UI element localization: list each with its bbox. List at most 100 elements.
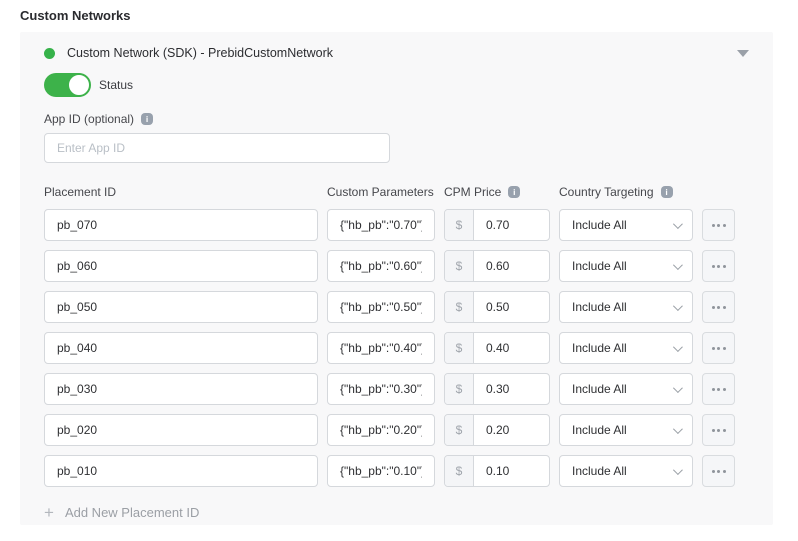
country-targeting-select[interactable]: Include All bbox=[559, 414, 693, 446]
placement-rows: $ Include All $ Include All bbox=[44, 209, 749, 487]
placement-id-input[interactable] bbox=[44, 373, 318, 405]
ellipsis-dot bbox=[723, 265, 726, 268]
placement-id-input[interactable] bbox=[44, 332, 318, 364]
currency-prefix: $ bbox=[445, 210, 474, 240]
country-targeting-select[interactable]: Include All bbox=[559, 209, 693, 241]
cpm-price-field: $ bbox=[444, 455, 550, 487]
placement-id-input[interactable] bbox=[44, 414, 318, 446]
country-targeting-select[interactable]: Include All bbox=[559, 250, 693, 282]
currency-prefix: $ bbox=[445, 415, 474, 445]
ellipsis-dot bbox=[717, 306, 720, 309]
cpm-price-input[interactable] bbox=[474, 374, 549, 404]
country-targeting-select[interactable]: Include All bbox=[559, 373, 693, 405]
ellipsis-dot bbox=[712, 470, 715, 473]
ellipsis-dot bbox=[712, 347, 715, 350]
collapse-caret-icon[interactable] bbox=[737, 50, 749, 57]
chevron-down-icon bbox=[673, 342, 683, 352]
ellipsis-dot bbox=[723, 470, 726, 473]
country-targeting-info-icon[interactable]: i bbox=[661, 186, 673, 198]
ellipsis-dot bbox=[717, 347, 720, 350]
custom-parameters-input[interactable] bbox=[327, 373, 435, 405]
country-targeting-value: Include All bbox=[572, 259, 627, 273]
app-id-label: App ID (optional) bbox=[44, 112, 134, 126]
custom-parameters-input[interactable] bbox=[327, 250, 435, 282]
cpm-price-input[interactable] bbox=[474, 415, 549, 445]
custom-parameters-input[interactable] bbox=[327, 332, 435, 364]
custom-parameters-input[interactable] bbox=[327, 291, 435, 323]
cpm-price-header-cell: CPM Price i bbox=[444, 185, 550, 199]
country-targeting-select[interactable]: Include All bbox=[559, 455, 693, 487]
currency-prefix: $ bbox=[445, 374, 474, 404]
cpm-price-field: $ bbox=[444, 414, 550, 446]
ellipsis-dot bbox=[717, 265, 720, 268]
ellipsis-dot bbox=[717, 388, 720, 391]
row-menu-button[interactable] bbox=[702, 455, 735, 487]
status-dot-icon bbox=[44, 48, 55, 59]
cpm-price-input[interactable] bbox=[474, 251, 549, 281]
placement-id-input[interactable] bbox=[44, 209, 318, 241]
table-row: $ Include All bbox=[44, 455, 749, 487]
country-targeting-value: Include All bbox=[572, 423, 627, 437]
row-menu-button[interactable] bbox=[702, 414, 735, 446]
table-row: $ Include All bbox=[44, 332, 749, 364]
currency-prefix: $ bbox=[445, 251, 474, 281]
country-targeting-header: Country Targeting bbox=[559, 185, 654, 199]
country-targeting-value: Include All bbox=[572, 382, 627, 396]
cpm-price-input[interactable] bbox=[474, 210, 549, 240]
app-id-input[interactable] bbox=[44, 133, 390, 163]
custom-networks-page: Custom Networks Custom Network (SDK) - P… bbox=[0, 0, 798, 541]
app-id-info-icon[interactable]: i bbox=[141, 113, 153, 125]
cpm-price-field: $ bbox=[444, 209, 550, 241]
network-header[interactable]: Custom Network (SDK) - PrebidCustomNetwo… bbox=[44, 42, 749, 64]
table-row: $ Include All bbox=[44, 414, 749, 446]
plus-icon: + bbox=[44, 504, 54, 521]
country-targeting-select[interactable]: Include All bbox=[559, 291, 693, 323]
row-menu-button[interactable] bbox=[702, 250, 735, 282]
ellipsis-dot bbox=[712, 306, 715, 309]
ellipsis-dot bbox=[712, 388, 715, 391]
custom-parameters-input[interactable] bbox=[327, 455, 435, 487]
table-header-row: Placement ID Custom Parameters CPM Price… bbox=[44, 185, 749, 199]
cpm-price-field: $ bbox=[444, 291, 550, 323]
status-label: Status bbox=[99, 78, 133, 92]
currency-prefix: $ bbox=[445, 333, 474, 363]
cpm-price-header: CPM Price bbox=[444, 185, 501, 199]
currency-prefix: $ bbox=[445, 292, 474, 322]
cpm-price-input[interactable] bbox=[474, 333, 549, 363]
chevron-down-icon bbox=[673, 383, 683, 393]
row-menu-button[interactable] bbox=[702, 332, 735, 364]
row-menu-button[interactable] bbox=[702, 291, 735, 323]
placement-id-input[interactable] bbox=[44, 291, 318, 323]
ellipsis-dot bbox=[723, 347, 726, 350]
ellipsis-dot bbox=[723, 429, 726, 432]
custom-parameters-input[interactable] bbox=[327, 414, 435, 446]
ellipsis-dot bbox=[717, 224, 720, 227]
custom-parameters-input[interactable] bbox=[327, 209, 435, 241]
add-new-placement-button[interactable]: + Add New Placement ID bbox=[44, 504, 749, 521]
network-name: Custom Network (SDK) - PrebidCustomNetwo… bbox=[67, 46, 333, 60]
ellipsis-dot bbox=[712, 224, 715, 227]
cpm-price-input[interactable] bbox=[474, 456, 549, 486]
cpm-price-field: $ bbox=[444, 332, 550, 364]
page-title: Custom Networks bbox=[20, 8, 131, 23]
toggle-knob bbox=[67, 73, 91, 97]
status-toggle[interactable] bbox=[44, 73, 90, 97]
ellipsis-dot bbox=[712, 429, 715, 432]
row-menu-button[interactable] bbox=[702, 209, 735, 241]
placement-id-header: Placement ID bbox=[44, 185, 318, 199]
placement-id-input[interactable] bbox=[44, 250, 318, 282]
ellipsis-dot bbox=[723, 224, 726, 227]
placement-id-input[interactable] bbox=[44, 455, 318, 487]
table-row: $ Include All bbox=[44, 373, 749, 405]
country-targeting-value: Include All bbox=[572, 218, 627, 232]
table-row: $ Include All bbox=[44, 250, 749, 282]
country-targeting-header-cell: Country Targeting i bbox=[559, 185, 693, 199]
country-targeting-select[interactable]: Include All bbox=[559, 332, 693, 364]
row-menu-button[interactable] bbox=[702, 373, 735, 405]
custom-network-card: Custom Network (SDK) - PrebidCustomNetwo… bbox=[20, 32, 773, 525]
country-targeting-value: Include All bbox=[572, 300, 627, 314]
cpm-price-info-icon[interactable]: i bbox=[508, 186, 520, 198]
cpm-price-input[interactable] bbox=[474, 292, 549, 322]
ellipsis-dot bbox=[712, 265, 715, 268]
add-new-placement-label: Add New Placement ID bbox=[65, 505, 199, 520]
